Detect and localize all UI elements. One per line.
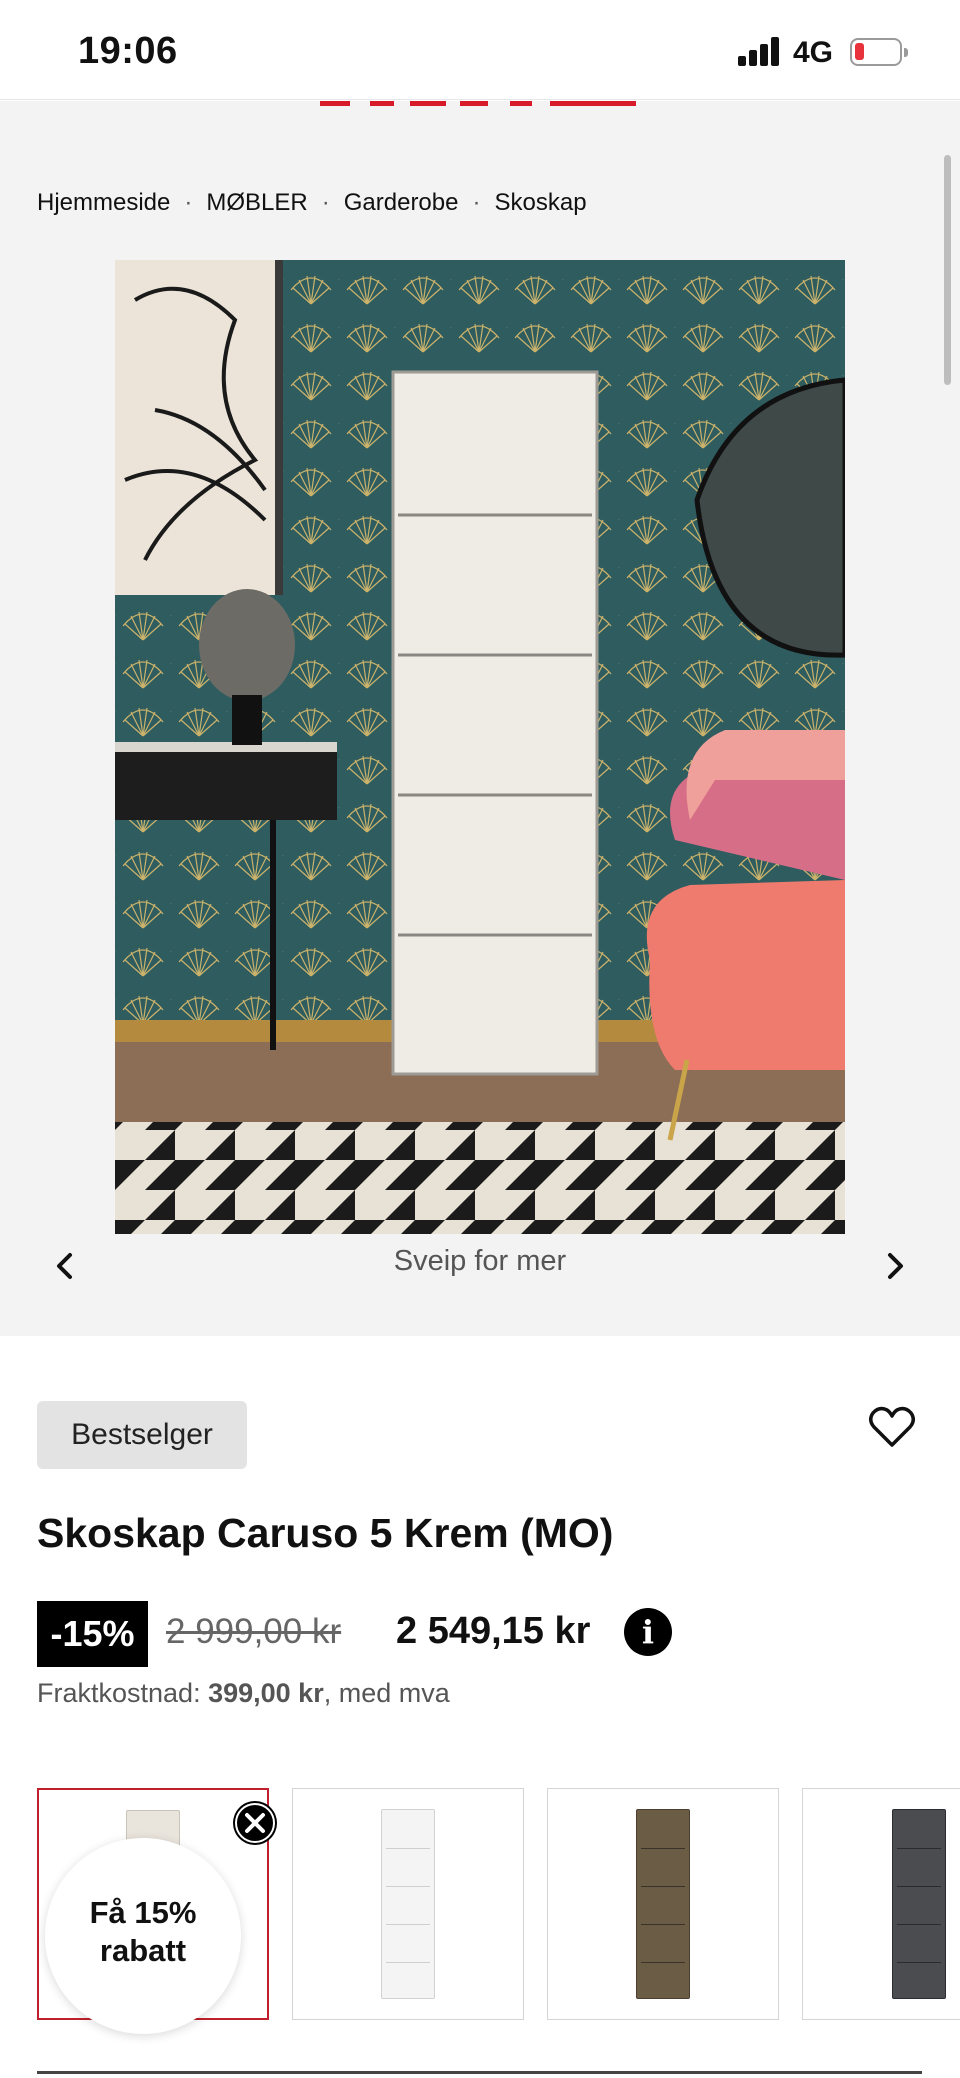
shipping-value: 399,00 kr bbox=[208, 1678, 324, 1708]
shipping-cost: Fraktkostnad: 399,00 kr, med mva bbox=[37, 1678, 450, 1709]
section-divider bbox=[37, 2071, 922, 2074]
variant-thumbnail bbox=[892, 1809, 946, 1999]
bestseller-badge: Bestselger bbox=[37, 1401, 247, 1469]
chevron-right-icon[interactable] bbox=[877, 1248, 913, 1284]
battery-icon bbox=[850, 38, 908, 66]
gallery-navigation: Sveip for mer bbox=[0, 1240, 960, 1290]
breadcrumb-garderobe[interactable]: Garderobe bbox=[344, 189, 459, 216]
page-scrollbar[interactable] bbox=[944, 155, 951, 385]
variant-antrasitt[interactable] bbox=[802, 1788, 960, 2020]
breadcrumb: Hjemmeside · MØBLER · Garderobe · Skoskap bbox=[37, 189, 587, 217]
shipping-suffix: , med mva bbox=[323, 1678, 450, 1708]
close-icon[interactable] bbox=[233, 1801, 277, 1845]
current-price: 2 549,15 kr bbox=[396, 1610, 591, 1652]
status-bar: 19:06 4G bbox=[0, 0, 960, 100]
breadcrumb-separator: · bbox=[321, 189, 330, 216]
variant-thumbnail bbox=[636, 1809, 690, 1999]
variant-hvit[interactable] bbox=[292, 1788, 524, 2020]
network-type: 4G bbox=[793, 36, 834, 69]
breadcrumb-skoskap[interactable]: Skoskap bbox=[494, 189, 586, 216]
variant-thumbnail bbox=[381, 1809, 435, 1999]
promo-line-2: rabatt bbox=[99, 1933, 187, 1968]
old-price: 2 999,00 kr bbox=[166, 1612, 342, 1651]
site-logo[interactable] bbox=[310, 101, 640, 107]
breadcrumb-home[interactable]: Hjemmeside bbox=[37, 189, 170, 216]
info-icon[interactable]: i bbox=[624, 1608, 672, 1656]
signal-icon bbox=[738, 36, 784, 66]
status-time: 19:06 bbox=[78, 30, 178, 72]
breadcrumb-mobler[interactable]: MØBLER bbox=[206, 189, 307, 216]
swipe-hint: Sveip for mer bbox=[393, 1245, 567, 1277]
variant-bronse[interactable] bbox=[547, 1788, 779, 2020]
breadcrumb-separator: · bbox=[184, 189, 193, 216]
product-photo-illustration bbox=[115, 260, 845, 1234]
discount-badge: -15% bbox=[37, 1601, 148, 1667]
breadcrumb-separator: · bbox=[472, 189, 481, 216]
product-title: Skoskap Caruso 5 Krem (MO) bbox=[37, 1510, 614, 1556]
heart-icon[interactable] bbox=[866, 1401, 918, 1453]
product-image[interactable] bbox=[115, 260, 845, 1234]
shipping-label: Fraktkostnad: bbox=[37, 1678, 201, 1708]
close-glyph bbox=[235, 1803, 275, 1843]
discount-popup[interactable]: Få 15% rabatt bbox=[45, 1838, 241, 2034]
promo-line-1: Få 15% bbox=[89, 1895, 197, 1930]
